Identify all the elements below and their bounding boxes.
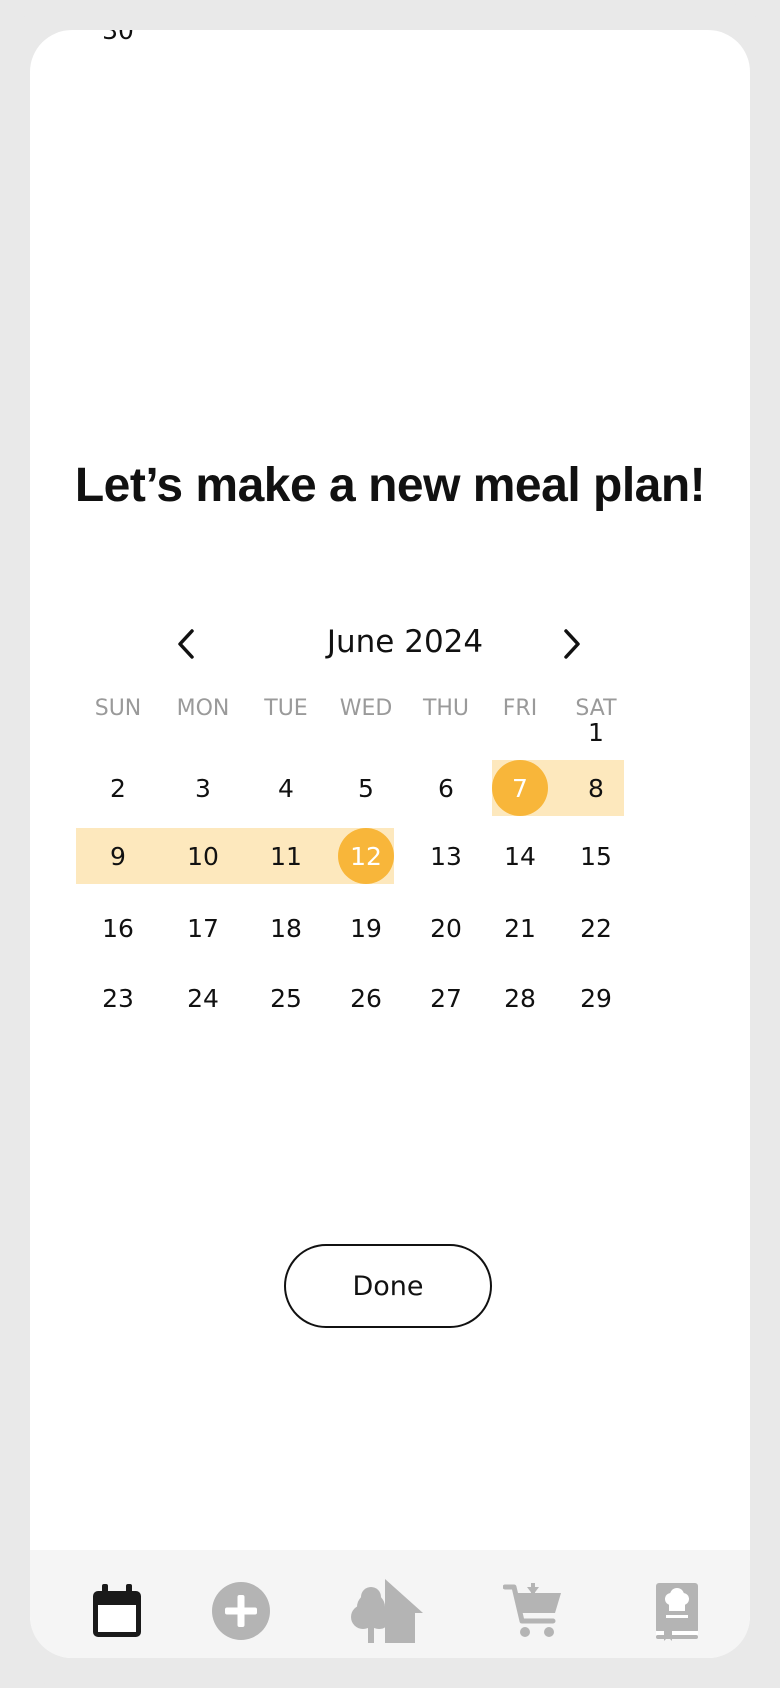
weekday-wed: WED <box>339 696 393 721</box>
calendar-day-9[interactable]: 9 <box>90 828 146 884</box>
chevron-left-icon <box>178 629 194 659</box>
tab-pantry[interactable] <box>348 1576 428 1646</box>
calendar-day-20[interactable]: 20 <box>418 900 474 956</box>
add-circle-icon <box>212 1582 270 1640</box>
device-frame: Let’s make a new meal plan! June 2024 SU… <box>0 0 780 1688</box>
calendar-day-3[interactable]: 3 <box>175 760 231 816</box>
calendar-day-8[interactable]: 8 <box>568 760 624 816</box>
calendar-day-10[interactable]: 10 <box>175 828 231 884</box>
calendar-day-4[interactable]: 4 <box>258 760 314 816</box>
calendar-icon <box>93 1584 141 1637</box>
calendar-day-13[interactable]: 13 <box>418 828 474 884</box>
calendar-day-21[interactable]: 21 <box>492 900 548 956</box>
app-screen: Let’s make a new meal plan! June 2024 SU… <box>30 30 750 1658</box>
calendar-day-5[interactable]: 5 <box>338 760 394 816</box>
month-label: June 2024 <box>326 624 484 660</box>
next-month-button[interactable] <box>554 626 590 662</box>
calendar-day-27[interactable]: 27 <box>418 970 474 1026</box>
weekday-tue: TUE <box>264 696 308 721</box>
calendar-day-16[interactable]: 16 <box>90 900 146 956</box>
previous-month-button[interactable] <box>168 626 204 662</box>
calendar-day-28[interactable]: 28 <box>492 970 548 1026</box>
shopping-cart-icon <box>503 1583 561 1637</box>
calendar-day-23[interactable]: 23 <box>90 970 146 1026</box>
chevron-right-icon <box>564 629 580 659</box>
calendar-day-29[interactable]: 29 <box>568 970 624 1026</box>
calendar-day-15[interactable]: 15 <box>568 828 624 884</box>
calendar-day-11[interactable]: 11 <box>258 828 314 884</box>
calendar-day-2[interactable]: 2 <box>90 760 146 816</box>
calendar-day-1[interactable]: 1 <box>568 704 624 760</box>
recipe-book-icon <box>656 1583 698 1641</box>
weekday-sun: SUN <box>94 696 142 721</box>
calendar-day-30[interactable]: 30 <box>90 30 146 58</box>
calendar-day-25[interactable]: 25 <box>258 970 314 1026</box>
bottom-tab-bar <box>30 1550 750 1658</box>
month-header: June 2024 <box>30 614 750 674</box>
calendar-day-19[interactable]: 19 <box>338 900 394 956</box>
tab-shopping[interactable] <box>498 1576 568 1646</box>
calendar-day-24[interactable]: 24 <box>175 970 231 1026</box>
calendar-day-7[interactable]: 7 <box>492 760 548 816</box>
calendar-day-17[interactable]: 17 <box>175 900 231 956</box>
calendar-day-18[interactable]: 18 <box>258 900 314 956</box>
done-button[interactable]: Done <box>284 1244 492 1328</box>
calendar-day-22[interactable]: 22 <box>568 900 624 956</box>
tab-recipes[interactable] <box>642 1576 712 1646</box>
page-title: Let’s make a new meal plan! <box>74 459 706 512</box>
weekday-thu: THU <box>422 696 470 721</box>
calendar-day-12[interactable]: 12 <box>338 828 394 884</box>
tab-add[interactable] <box>206 1576 276 1646</box>
tree-house-icon <box>351 1579 423 1643</box>
calendar-day-6[interactable]: 6 <box>418 760 474 816</box>
tab-calendar[interactable] <box>82 1576 152 1646</box>
calendar-day-26[interactable]: 26 <box>338 970 394 1026</box>
calendar-day-14[interactable]: 14 <box>492 828 548 884</box>
weekday-fri: FRI <box>502 696 538 721</box>
weekday-mon: MON <box>176 696 230 721</box>
